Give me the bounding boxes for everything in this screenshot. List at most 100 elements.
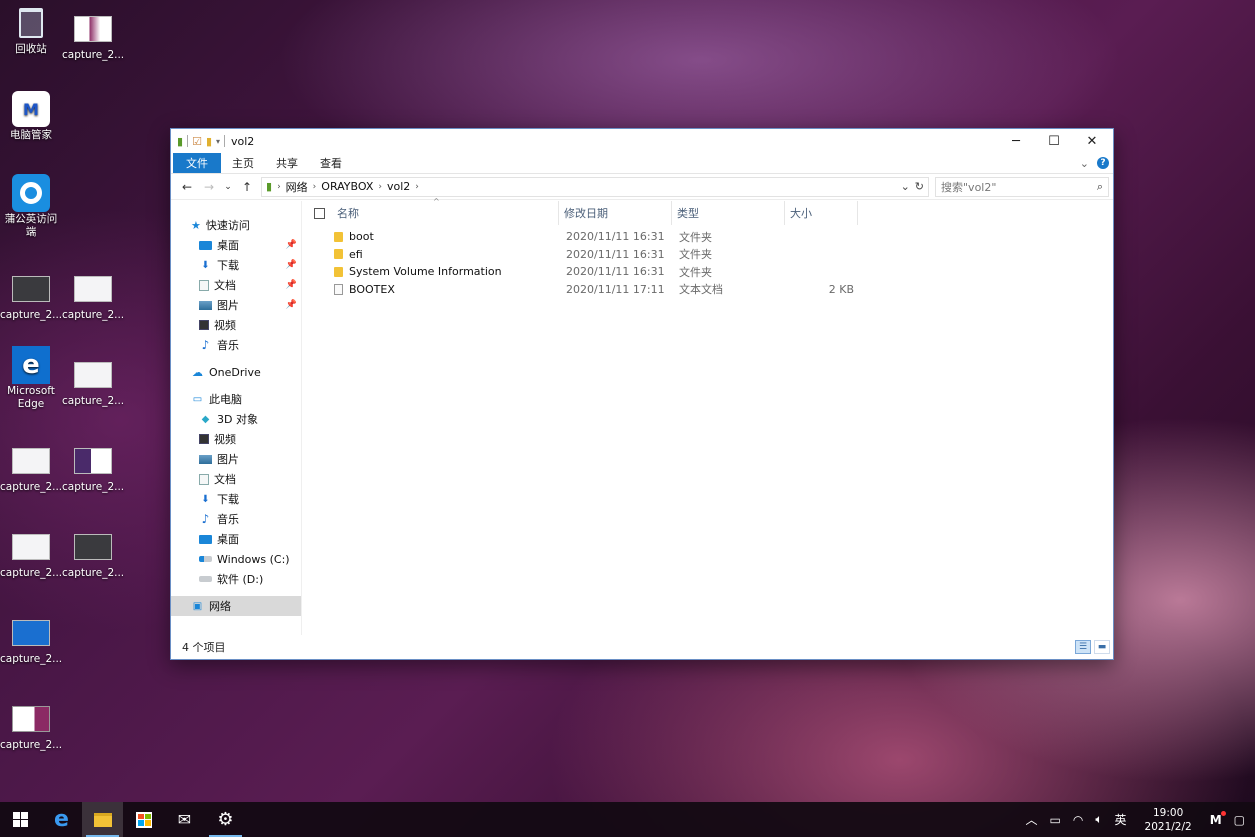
sidebar-item-desktop[interactable]: 桌面 [171,529,301,549]
file-name-cell: BOOTEX [302,283,561,296]
refresh-button[interactable]: ↻ [915,180,924,193]
sidebar-item-3d-objects[interactable]: ◆ 3D 对象 [171,409,301,429]
help-icon[interactable]: ? [1097,157,1109,169]
sidebar-item-label: 文档 [214,279,236,292]
start-button[interactable] [0,802,41,837]
desktop-icon-recycle-bin[interactable]: 回收站 [0,6,62,56]
back-button[interactable]: ← [179,180,195,194]
breadcrumb-oraybox[interactable]: ORAYBOX [321,180,373,193]
column-type[interactable]: 类型 [672,201,785,225]
ime-indicator[interactable]: 英 [1109,811,1133,828]
desktop-icon-capture[interactable]: capture_2... [62,272,124,322]
tab-view[interactable]: 查看 [309,153,353,173]
sidebar-item-label: 软件 (D:) [217,573,264,586]
taskbar-edge[interactable]: e [41,802,82,837]
desktop-icon-capture[interactable]: capture_2... [62,444,124,494]
table-row[interactable]: BOOTEX 2020/11/11 17:11 文本文档 2 KB [302,281,1113,299]
sidebar-item-videos[interactable]: 视频 [171,429,301,449]
tab-share[interactable]: 共享 [265,153,309,173]
expand-ribbon-icon[interactable]: ⌄ [1080,157,1089,170]
show-hidden-icons-icon[interactable]: ︿ [1019,811,1043,828]
sidebar-item-drive-d[interactable]: 软件 (D:) [171,569,301,589]
pc-manager-tray-icon[interactable]: M [1204,810,1228,827]
table-row[interactable]: efi 2020/11/11 16:31 文件夹 [302,246,1113,264]
search-input[interactable]: 搜索"vol2" ⌕ [935,176,1109,197]
new-folder-icon[interactable]: ▮ [206,135,212,148]
navigation-pane[interactable]: ★ 快速访问 桌面 📌 ⬇ 下载 📌 文档 📌 图片 📌 视频 ♪ 音乐 ☁ O… [171,201,302,635]
address-history-button[interactable]: ⌄ [901,180,910,193]
column-modified[interactable]: 修改日期 [559,201,672,225]
desktop-icon-pc-manager[interactable]: M 电脑管家 [0,91,62,142]
breadcrumb-network[interactable]: 网络 [286,179,308,195]
tab-home[interactable]: 主页 [221,153,265,173]
sidebar-item-desktop[interactable]: 桌面 📌 [171,235,301,255]
pc-manager-icon: M [12,91,50,127]
column-size[interactable]: 大小 [785,201,858,225]
desktop-icon-edge[interactable]: e Microsoft Edge [0,346,62,411]
column-name[interactable]: 名称 [332,201,559,225]
title-bar[interactable]: ▮ ☑ ▮ ▾ vol2 ─ ☐ ✕ [171,129,1113,153]
maximize-button[interactable]: ☐ [1035,129,1073,153]
recent-locations-button[interactable]: ⌄ [223,182,233,192]
properties-icon[interactable]: ☑ [192,135,202,148]
tab-file[interactable]: 文件 [173,153,221,173]
wifi-icon[interactable]: ◠ [1067,813,1089,827]
sidebar-item-music[interactable]: ♪ 音乐 [171,335,301,355]
sidebar-item-pictures[interactable]: 图片 [171,449,301,469]
desktop-icon-capture[interactable]: capture_2... [0,444,62,494]
volume-icon[interactable]: 🔈︎ [1089,812,1108,827]
desktop-icon-capture[interactable]: capture_2... [0,616,62,666]
breadcrumb-vol2[interactable]: vol2 [387,180,410,193]
sidebar-item-documents[interactable]: 文档 📌 [171,275,301,295]
sidebar-item-label: 图片 [217,453,239,466]
sidebar-item-downloads[interactable]: ⬇ 下载 [171,489,301,509]
sidebar-item-music[interactable]: ♪ 音乐 [171,509,301,529]
select-all-checkbox[interactable] [314,207,325,219]
minimize-button[interactable]: ─ [997,129,1035,153]
sidebar-item-videos[interactable]: 视频 [171,315,301,335]
desktop-icon-capture[interactable]: capture_2... [0,272,62,322]
address-bar[interactable]: ▮ › 网络 › ORAYBOX › vol2 › ⌄ ↻ [261,176,929,197]
desktop-icon [199,240,212,250]
close-button[interactable]: ✕ [1073,129,1111,153]
desktop-icon-capture[interactable]: capture_2... [0,530,62,580]
taskbar-file-explorer[interactable] [82,802,123,837]
sidebar-item-quick-access[interactable]: ★ 快速访问 [171,215,301,235]
file-list: ^ 名称 修改日期 类型 大小 boot 2020/11/11 16:31 文件… [302,197,1113,635]
pin-icon[interactable]: 📌 [286,240,297,250]
table-row[interactable]: boot 2020/11/11 16:31 文件夹 [302,228,1113,246]
sidebar-item-network[interactable]: ▣ 网络 [171,596,301,616]
ribbon-tabs: 文件 主页 共享 查看 ⌄ ? [171,153,1113,174]
taskbar-settings[interactable]: ⚙ [205,802,246,837]
clock[interactable]: 19:00 2021/2/2 [1133,806,1204,834]
desktop-icon-capture[interactable]: capture_2... [62,358,124,408]
large-icons-view-icon[interactable]: ▬ [1094,640,1110,654]
pin-icon[interactable]: 📌 [286,260,297,270]
sidebar-item-downloads[interactable]: ⬇ 下载 📌 [171,255,301,275]
desktop-icon-capture[interactable]: capture_2... [62,530,124,580]
up-button[interactable]: ↑ [239,180,255,194]
forward-button[interactable]: → [201,180,217,194]
customize-toolbar-icon[interactable]: ▾ [216,137,220,146]
desktop-icon-label: Microsoft Edge [7,385,55,410]
battery-icon[interactable]: ▭ [1043,813,1066,827]
sidebar-item-drive-c[interactable]: Windows (C:) [171,549,301,569]
pin-icon[interactable]: 📌 [286,280,297,290]
taskbar-mail[interactable]: ✉ [164,802,205,837]
desktop-icon-capture[interactable]: capture_2... [0,702,62,752]
desktop-icon-pgy[interactable]: 蒲公英访问端 [0,174,62,239]
3d-objects-icon: ◆ [201,413,210,425]
sidebar-item-pictures[interactable]: 图片 📌 [171,295,301,315]
table-row[interactable]: System Volume Information 2020/11/11 16:… [302,263,1113,281]
file-name: efi [349,247,363,261]
breadcrumb-separator: › [277,181,281,192]
taskbar-store[interactable] [123,802,164,837]
star-icon: ★ [191,218,201,232]
action-center-icon[interactable]: ▢ [1228,813,1255,827]
sidebar-item-this-pc[interactable]: ▭ 此电脑 [171,389,301,409]
details-view-icon[interactable]: ☰ [1075,640,1091,654]
pin-icon[interactable]: 📌 [286,300,297,310]
sidebar-item-documents[interactable]: 文档 [171,469,301,489]
sidebar-item-onedrive[interactable]: ☁ OneDrive [171,362,301,382]
desktop-icon-capture[interactable]: capture_2... [62,12,124,62]
